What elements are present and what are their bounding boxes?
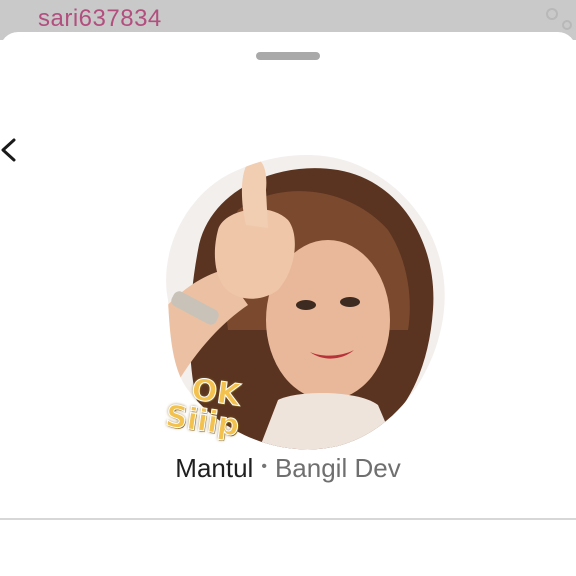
drag-handle[interactable] bbox=[256, 52, 320, 60]
chat-username: sari637834 bbox=[38, 5, 162, 32]
pack-name[interactable]: Mantul bbox=[175, 453, 253, 483]
separator-dot: • bbox=[261, 458, 267, 476]
sticker-preview-screen: sari637834 OK Siiip Mantul • Bangil Dev bbox=[0, 0, 576, 576]
chevron-left-icon bbox=[0, 128, 28, 172]
author-name[interactable]: Bangil Dev bbox=[275, 453, 401, 483]
sticker-caption: OK Siiip bbox=[163, 372, 246, 445]
sticker-pack-credits: Mantul • Bangil Dev bbox=[0, 448, 576, 490]
back-button[interactable] bbox=[0, 128, 28, 172]
sticker-bottom-sheet: OK Siiip bbox=[0, 32, 576, 576]
circle-icon bbox=[562, 20, 572, 30]
circle-icon bbox=[546, 8, 558, 20]
divider bbox=[0, 518, 576, 520]
